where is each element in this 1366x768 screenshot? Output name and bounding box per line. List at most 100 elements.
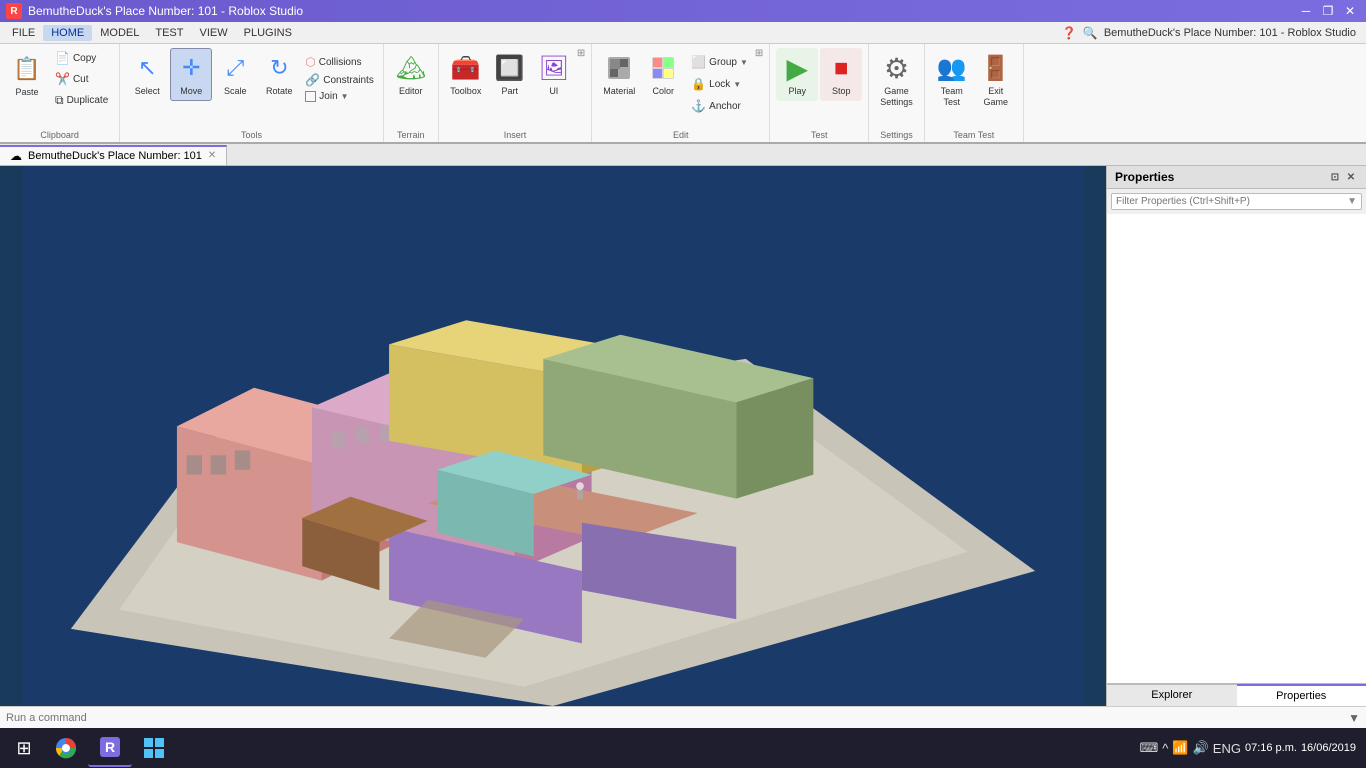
move-button[interactable]: ✛ Move [170, 48, 212, 101]
join-checkbox[interactable]: Join ▼ [302, 90, 377, 103]
menu-model[interactable]: MODEL [92, 25, 147, 41]
paste-button[interactable]: 📋 Paste [6, 48, 48, 103]
editor-button[interactable]: 🏔 Editor [390, 48, 432, 101]
constraints-label: Constraints [323, 75, 374, 86]
exit-game-button[interactable]: 🚪 Exit Game [975, 48, 1017, 112]
tab-properties[interactable]: Properties [1237, 684, 1366, 706]
menu-plugins[interactable]: PLUGINS [236, 25, 300, 41]
properties-filter-input[interactable] [1112, 194, 1343, 209]
ui-button[interactable]: 🖼 UI [533, 48, 575, 101]
clipboard-content: 📋 Paste 📄 Copy ✂️ Cut ⧉ Duplicate [6, 48, 113, 128]
toolbox-button[interactable]: 🧰 Toolbox [445, 48, 487, 101]
tools-content: ↖ Select ✛ Move ⤢ Scale ↻ Rotate ⬡ [126, 48, 377, 128]
menu-test[interactable]: TEST [147, 25, 191, 41]
material-button[interactable]: Material [598, 48, 640, 101]
settings-group-label: Settings [880, 130, 913, 140]
language-label: ENG [1213, 741, 1241, 756]
taskbar-app-windows[interactable] [132, 729, 176, 767]
taskbar-app-studio[interactable]: R [88, 729, 132, 767]
play-icon: ▶ [781, 52, 813, 84]
team-test-label: Team Test [941, 86, 963, 108]
taskbar-time: 07:16 p.m. [1245, 742, 1297, 754]
keyboard-icon[interactable]: ⌨ [1140, 740, 1159, 756]
svg-text:R: R [105, 739, 115, 755]
color-button[interactable]: Color [642, 48, 684, 101]
taskbar-right: ⌨ ^ 📶 🔊 ENG 07:16 p.m. 16/06/2019 [1134, 740, 1362, 756]
viewport[interactable] [0, 166, 1106, 706]
collisions-checkbox[interactable]: ⬡ Collisions [302, 54, 377, 70]
terrain-content: 🏔 Editor [390, 48, 432, 128]
group-dropdown-arrow: ▼ [740, 58, 748, 67]
anchor-button[interactable]: ⚓ Anchor [686, 96, 753, 116]
toolbox-label: Toolbox [450, 86, 481, 97]
command-arrow[interactable]: ▼ [1348, 711, 1360, 725]
menu-file[interactable]: FILE [4, 25, 43, 41]
clipboard-group: 📋 Paste 📄 Copy ✂️ Cut ⧉ Duplicate Clipbo… [0, 44, 120, 142]
play-button[interactable]: ▶ Play [776, 48, 818, 101]
properties-popout-button[interactable]: ⊡ [1328, 170, 1342, 184]
tab-explorer[interactable]: Explorer [1107, 684, 1237, 706]
play-label: Play [789, 86, 807, 97]
cut-button[interactable]: ✂️ Cut [50, 69, 113, 89]
properties-filter-bar[interactable]: ▼ [1111, 193, 1362, 210]
minimize-button[interactable]: ─ [1296, 3, 1316, 19]
join-label: Join [319, 91, 337, 102]
help-icon[interactable]: ❓ [1062, 26, 1077, 40]
cut-label: Cut [73, 74, 89, 85]
edit-expand: ⊞ [755, 48, 763, 75]
game-settings-button[interactable]: ⚙ Game Settings [875, 48, 918, 112]
rotate-icon: ↻ [263, 52, 295, 84]
insert-expand-icon[interactable]: ⊞ [577, 48, 585, 59]
username-label[interactable]: BemutheDuck's Place Number: 101 - Roblox… [1104, 27, 1356, 39]
edit-expand-icon[interactable]: ⊞ [755, 48, 763, 59]
join-dropdown-arrow: ▼ [341, 92, 349, 101]
rotate-label: Rotate [266, 86, 293, 97]
part-icon: 🔲 [494, 52, 526, 84]
select-button[interactable]: ↖ Select [126, 48, 168, 101]
stop-icon: ⏹ [825, 52, 857, 84]
constraints-checkbox[interactable]: 🔗 Constraints [302, 72, 377, 88]
stop-button[interactable]: ⏹ Stop [820, 48, 862, 101]
cut-icon: ✂️ [55, 72, 70, 86]
close-button[interactable]: ✕ [1340, 3, 1360, 19]
team-test-button[interactable]: 👥 Team Test [931, 48, 973, 112]
team-test-group: 👥 Team Test 🚪 Exit Game Team Test [925, 44, 1024, 142]
start-button[interactable]: ⊞ [4, 728, 44, 768]
move-icon: ✛ [175, 52, 207, 84]
group-button[interactable]: ⬜ Group ▼ [686, 52, 753, 72]
duplicate-button[interactable]: ⧉ Duplicate [50, 90, 113, 111]
rotate-button[interactable]: ↻ Rotate [258, 48, 300, 101]
viewport-tab[interactable]: ☁ BemutheDuck's Place Number: 101 ✕ [0, 145, 227, 165]
select-icon: ↖ [131, 52, 163, 84]
command-bar: ▼ [0, 706, 1366, 728]
filter-dropdown-arrow[interactable]: ▼ [1343, 194, 1361, 209]
properties-close-button[interactable]: ✕ [1344, 170, 1358, 184]
taskbar-app-chrome[interactable] [44, 729, 88, 767]
lock-label: Lock [709, 79, 730, 90]
title-bar: R BemutheDuck's Place Number: 101 - Robl… [0, 0, 1366, 22]
test-group-label: Test [811, 130, 828, 140]
restore-button[interactable]: ❐ [1318, 3, 1338, 19]
copy-label: Copy [73, 53, 96, 64]
insert-expand: ⊞ [577, 48, 585, 75]
volume-icon[interactable]: 🔊 [1193, 740, 1209, 756]
lock-dropdown-arrow: ▼ [733, 80, 741, 89]
search-online-icon[interactable]: 🔍 [1083, 26, 1098, 40]
properties-tabs: Explorer Properties [1107, 683, 1366, 706]
part-button[interactable]: 🔲 Part [489, 48, 531, 101]
scale-button[interactable]: ⤢ Scale [214, 48, 256, 101]
viewport-tab-close[interactable]: ✕ [208, 150, 216, 161]
menu-view[interactable]: VIEW [191, 25, 235, 41]
notification-icon[interactable]: ^ [1162, 741, 1168, 756]
properties-panel: Properties ⊡ ✕ ▼ Explorer Properties [1106, 166, 1366, 706]
lock-button[interactable]: 🔒 Lock ▼ [686, 74, 753, 94]
command-input[interactable] [6, 712, 1348, 724]
viewport-tab-icon: ☁ [10, 149, 22, 163]
network-icon[interactable]: 📶 [1172, 740, 1188, 756]
studio-icon: R [98, 735, 122, 759]
team-test-group-label: Team Test [953, 130, 994, 140]
properties-title: Properties [1115, 170, 1174, 184]
join-checkbox-sq [305, 91, 316, 102]
menu-home[interactable]: HOME [43, 25, 92, 41]
copy-button[interactable]: 📄 Copy [50, 48, 113, 68]
